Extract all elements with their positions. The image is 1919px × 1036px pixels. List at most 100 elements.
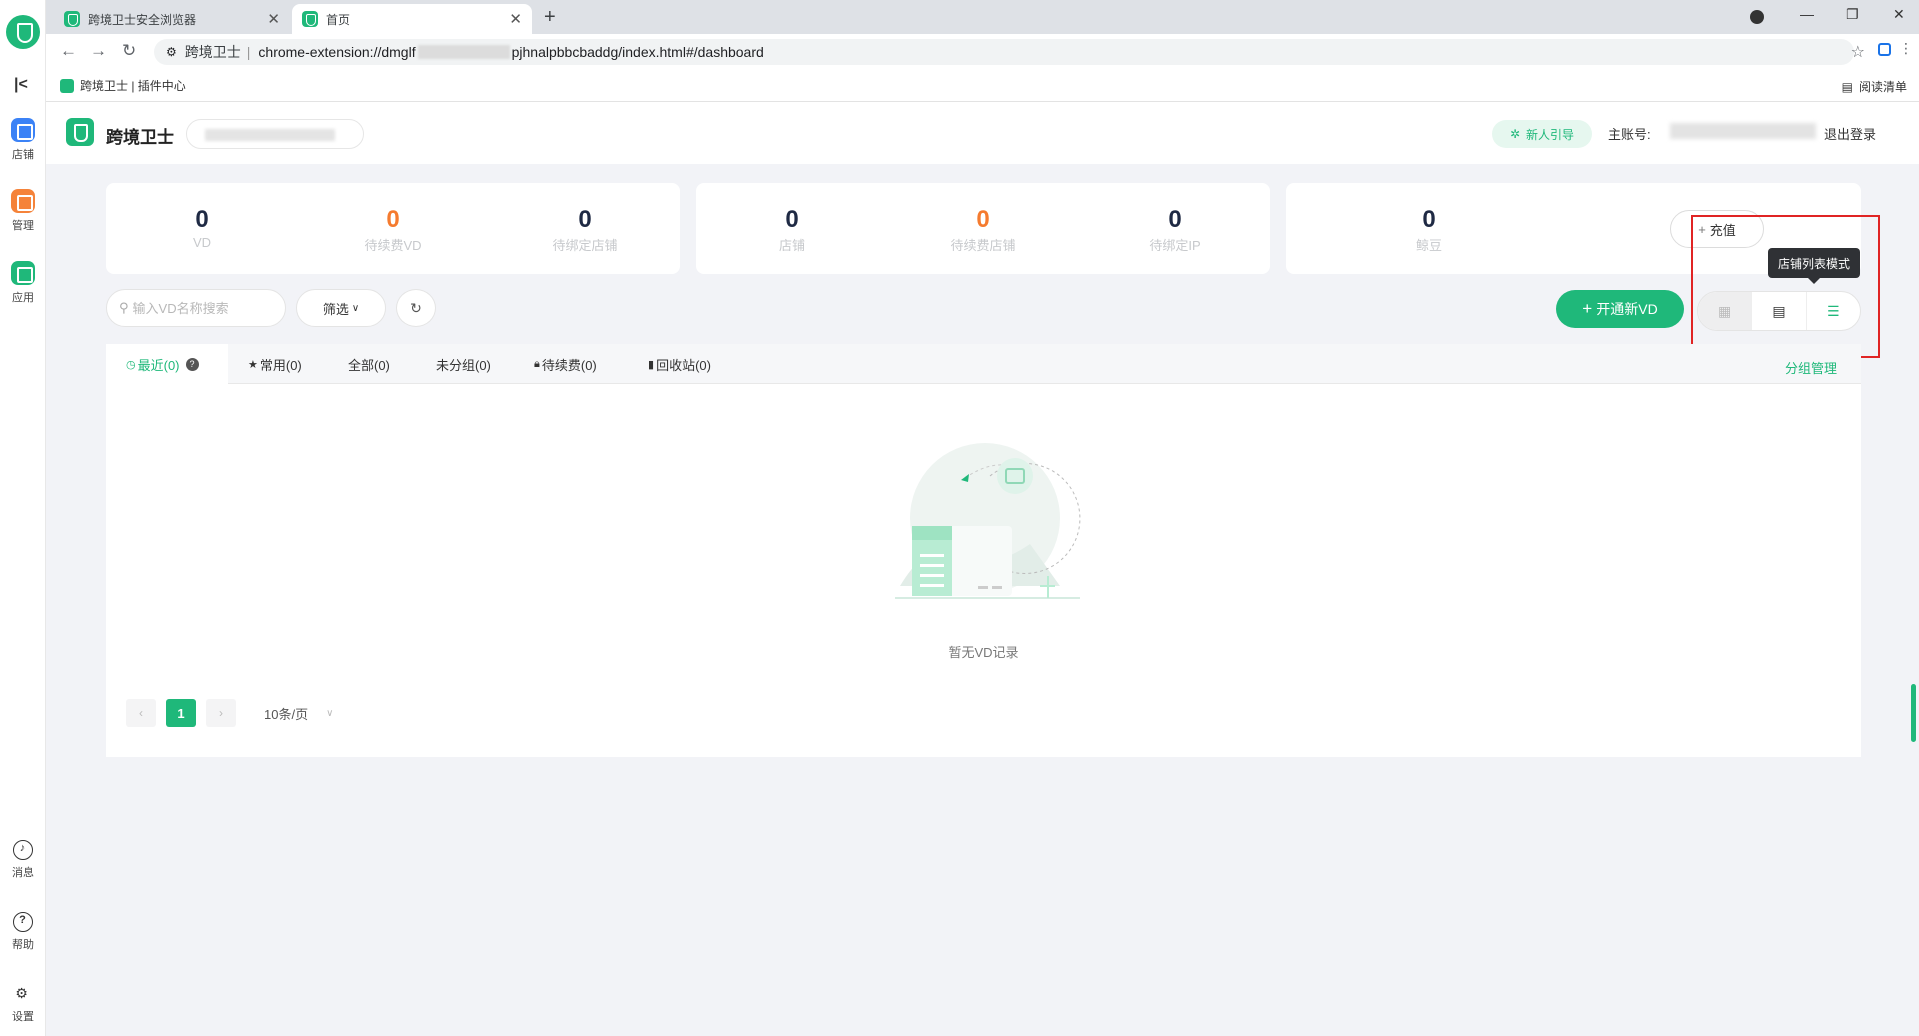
open-vd-label: 开通新VD — [1596, 301, 1658, 317]
search-input[interactable] — [132, 300, 273, 316]
menu-icon[interactable]: ⋮ — [1899, 40, 1915, 56]
extension-icon[interactable] — [1878, 43, 1891, 56]
sidebar-item-shop[interactable]: 店铺 — [0, 118, 46, 162]
window-close-icon[interactable]: ✕ — [1893, 6, 1905, 23]
tab-label: 全部(0) — [348, 357, 390, 373]
profile-icon[interactable] — [1750, 10, 1764, 24]
address-bar[interactable]: ⚙ 跨境卫士 | chrome-extension://dmglf pjhnal… — [154, 39, 1854, 65]
new-user-guide-button[interactable]: ✲ 新人引导 — [1492, 120, 1592, 148]
browser-toolbar: ← → ↻ ⚙ 跨境卫士 | chrome-extension://dmglf … — [46, 34, 1919, 70]
stat-beans[interactable]: 0 鲸豆 — [1349, 207, 1509, 254]
question-icon[interactable]: ? — [185, 357, 199, 371]
refresh-button[interactable]: ↻ — [396, 289, 436, 327]
stat-unbound-ip[interactable]: 0 待绑定IP — [1095, 207, 1255, 254]
empty-state-illustration — [895, 443, 1081, 599]
new-tab-icon[interactable]: + — [544, 6, 556, 29]
prev-page-button[interactable]: ‹ — [126, 699, 156, 727]
browser-tab[interactable]: 跨境卫士安全浏览器 ✕ — [54, 4, 290, 34]
stat-value: 0 — [1422, 206, 1436, 233]
current-page-button[interactable]: 1 — [166, 699, 196, 727]
tab-recent[interactable]: ◷ 最近(0) ? — [106, 344, 228, 384]
stat-shop[interactable]: 0 店铺 — [712, 207, 872, 254]
stat-renew-vd[interactable]: 0 待续费VD — [313, 207, 473, 254]
help-icon: ? — [13, 912, 33, 932]
close-icon[interactable]: ✕ — [267, 10, 280, 28]
manage-icon — [11, 189, 35, 213]
logout-link[interactable]: 退出登录 — [1824, 124, 1876, 143]
tab-title: 首页 — [326, 12, 351, 27]
open-new-vd-button[interactable]: + 开通新VD — [1556, 290, 1684, 328]
sidebar-item-label: 消息 — [12, 867, 34, 879]
minimize-icon[interactable]: — — [1800, 6, 1814, 22]
stat-renew-shop[interactable]: 0 待续费店铺 — [903, 207, 1063, 254]
stat-vd[interactable]: 0 VD — [122, 207, 282, 251]
account-label: 主账号: — [1608, 127, 1651, 142]
lock-icon: 🔒︎ — [534, 357, 540, 370]
tab-pending-renewal[interactable]: 🔒︎ 待续费(0) — [534, 344, 597, 384]
tab-title: 跨境卫士安全浏览器 — [88, 12, 197, 27]
sidebar-item-settings[interactable]: ⚙ 设置 — [0, 984, 46, 1024]
stat-value: 0 — [976, 206, 990, 233]
annotation-highlight-box — [1691, 215, 1880, 358]
stat-label: 待续费店铺 — [950, 238, 1016, 253]
bookmark-label: 跨境卫士 | 插件中心 — [80, 79, 186, 93]
stat-card-vd: 0 VD 0 待续费VD 0 待绑定店铺 — [106, 183, 680, 274]
empty-state-text: 暂无VD记录 — [948, 645, 1019, 660]
stat-label: 店铺 — [778, 238, 805, 253]
page-size-select[interactable]: 10条/页 ∨ — [264, 704, 333, 723]
scrollbar-thumb[interactable] — [1911, 684, 1916, 742]
shop-selector[interactable] — [186, 119, 364, 149]
stat-label: 鲸豆 — [1415, 238, 1442, 253]
restore-icon[interactable]: ❐ — [1846, 6, 1859, 23]
settings-icon: ⚙ — [13, 984, 33, 1004]
tab-recycle-bin[interactable]: ▮ 回收站(0) — [648, 344, 711, 384]
next-page-button[interactable]: › — [206, 699, 236, 727]
browser-tab-active[interactable]: 首页 ✕ — [292, 4, 532, 34]
filter-label: 筛选 — [322, 301, 349, 317]
app-logo-icon — [6, 15, 40, 49]
puzzle-icon: ⚙ — [166, 45, 177, 59]
reload-icon[interactable]: ↻ — [122, 41, 136, 61]
close-icon[interactable]: ✕ — [509, 10, 522, 28]
tab-ungrouped[interactable]: 未分组(0) — [436, 344, 491, 384]
back-icon[interactable]: ← — [60, 41, 77, 61]
tab-all[interactable]: 全部(0) — [348, 344, 390, 384]
bookmark-star-icon[interactable]: ☆ — [1851, 42, 1865, 62]
filter-button[interactable]: 筛选 ∨ — [296, 289, 386, 327]
chevron-right-icon: › — [219, 706, 223, 720]
group-manage-link[interactable]: 分组管理 — [1785, 358, 1837, 377]
reading-list-icon: ▤ — [1841, 79, 1853, 94]
stat-label: 待绑定IP — [1149, 238, 1201, 253]
stat-value: 0 — [386, 206, 400, 233]
stat-card-shop: 0 店铺 0 待续费店铺 0 待绑定IP — [696, 183, 1270, 274]
app-header: 跨境卫士 ✲ 新人引导 主账号: 退出登录 — [46, 102, 1919, 164]
shield-icon — [64, 11, 80, 27]
extension-name: 跨境卫士 — [184, 44, 241, 60]
sidebar-item-messages[interactable]: ♪ 消息 — [0, 840, 46, 880]
reading-list[interactable]: ▤ 阅读清单 — [1842, 78, 1907, 95]
stat-unbound-shop[interactable]: 0 待绑定店铺 — [505, 207, 665, 254]
tab-common[interactable]: ★ 常用(0) — [248, 344, 302, 384]
guide-label: 新人引导 — [1526, 127, 1575, 142]
bookmark-item[interactable]: 跨境卫士 | 插件中心 — [60, 77, 186, 94]
sidebar-item-manage[interactable]: 管理 — [0, 189, 46, 233]
browser-tabbar: 跨境卫士安全浏览器 ✕ 首页 ✕ + — ❐ ✕ — [0, 0, 1919, 34]
account-redacted — [1670, 123, 1816, 139]
app-sidebar: |< 店铺 管理 应用 ♪ 消息 ? 帮助 ⚙ 设置 — [0, 0, 46, 1036]
sidebar-item-apps[interactable]: 应用 — [0, 261, 46, 305]
stat-label: 待绑定店铺 — [552, 238, 618, 253]
shield-icon — [302, 11, 318, 27]
stat-label: VD — [192, 235, 212, 250]
url-suffix: pjhnalpbbcbaddg/index.html#/dashboard — [511, 44, 764, 60]
forward-icon[interactable]: → — [90, 41, 107, 61]
tab-label: 未分组(0) — [436, 357, 491, 373]
stat-value: 0 — [1168, 206, 1182, 233]
vd-tabs: ◷ 最近(0) ? ★ 常用(0) 全部(0) 未分组(0) 🔒︎ 待续费(0)… — [106, 344, 1861, 384]
tab-label: 待续费(0) — [541, 357, 597, 373]
pagination: ‹ 1 › 10条/页 ∨ — [126, 699, 333, 727]
star-icon: ★ — [248, 358, 258, 371]
sidebar-item-help[interactable]: ? 帮助 — [0, 912, 46, 952]
bookmarks-bar: 跨境卫士 | 插件中心 ▤ 阅读清单 — [46, 70, 1919, 102]
collapse-sidebar-icon[interactable]: |< — [14, 76, 28, 94]
tab-label: 回收站(0) — [656, 357, 711, 373]
